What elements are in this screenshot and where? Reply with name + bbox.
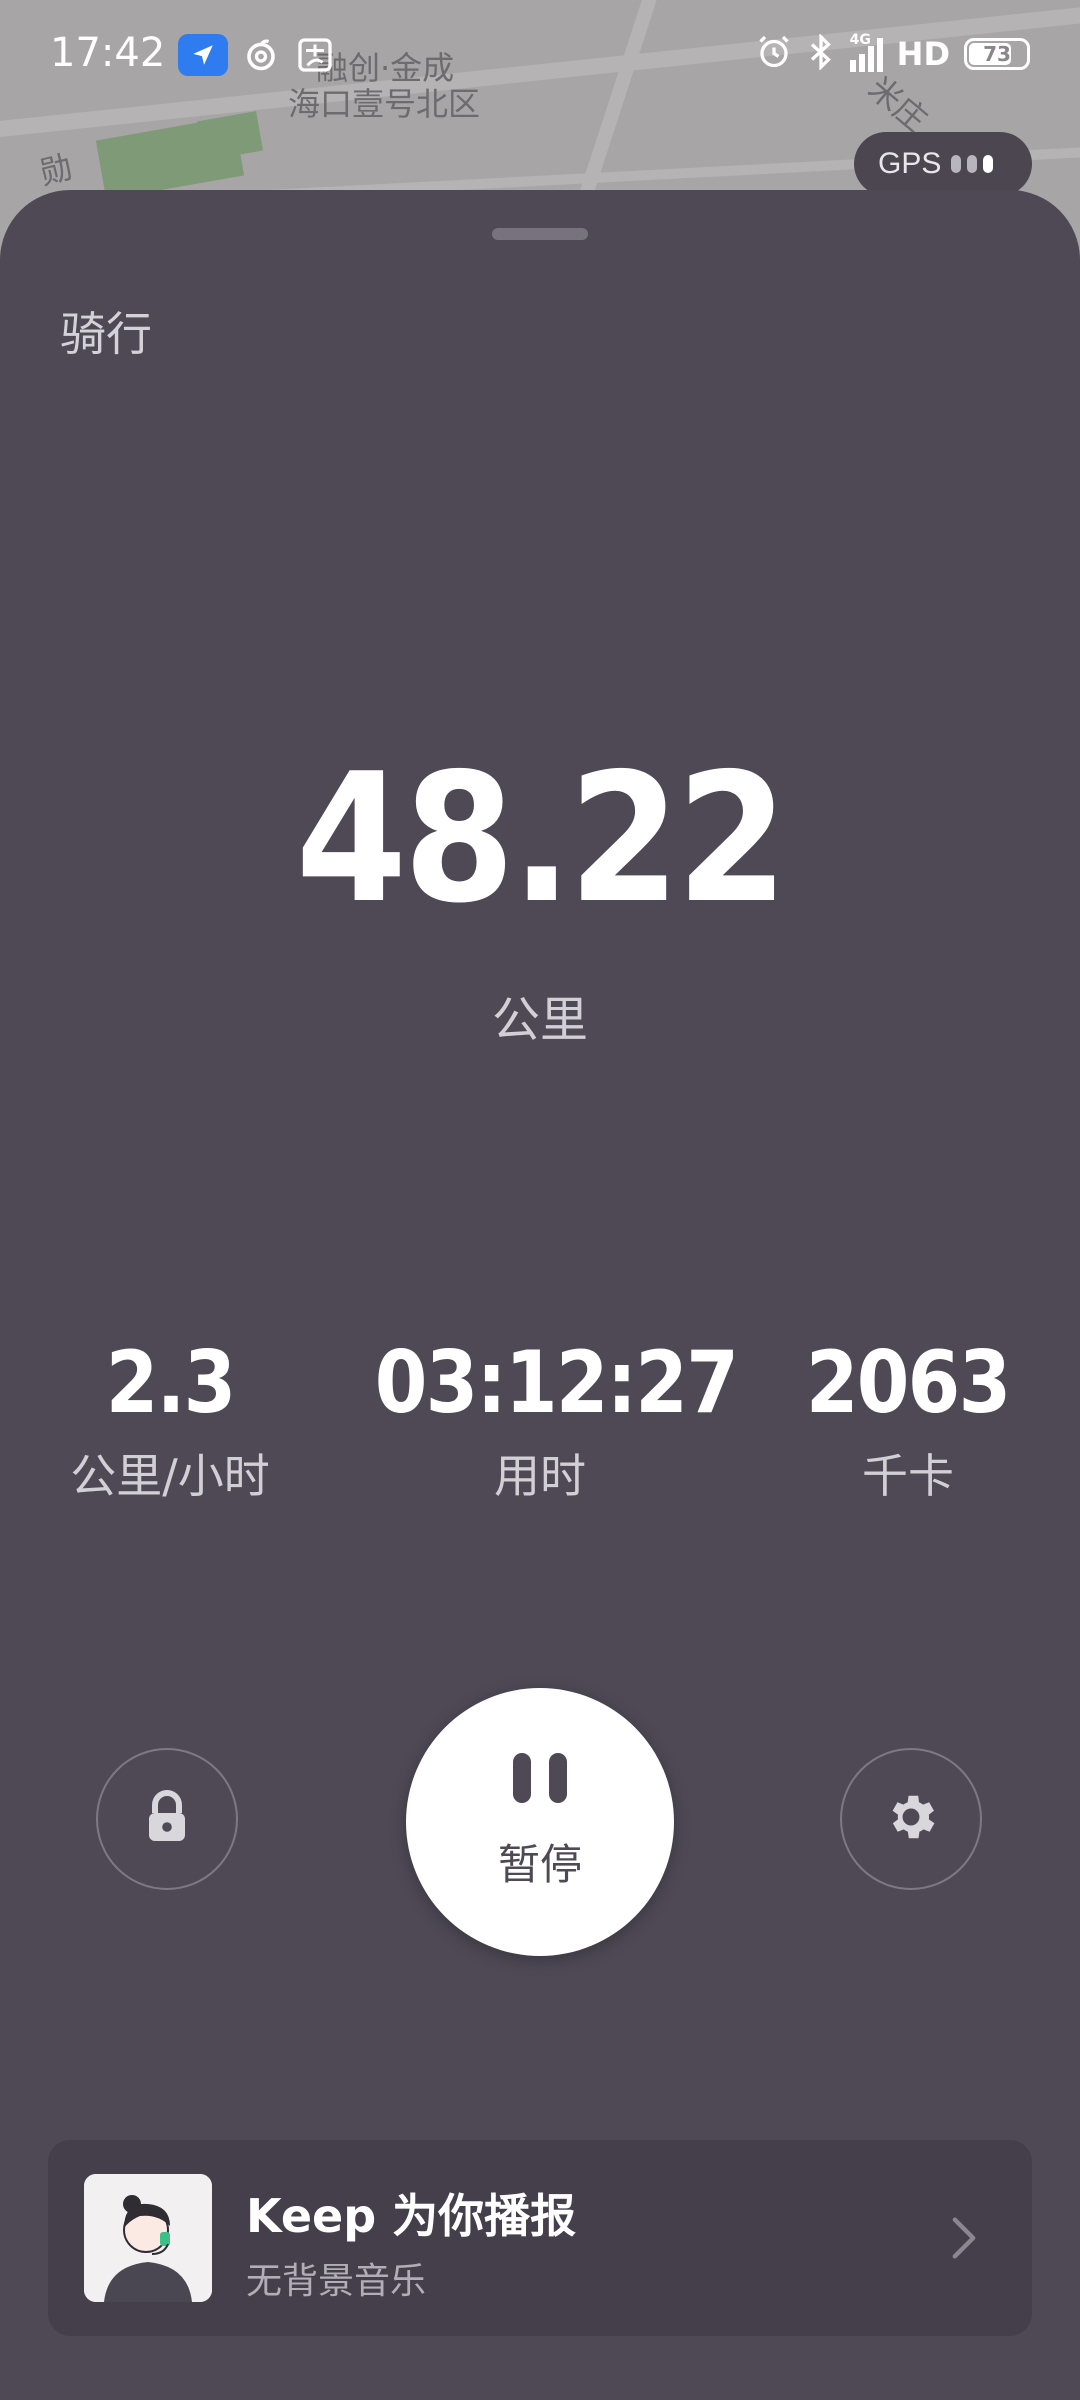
workout-mode-label: 骑行	[60, 307, 152, 361]
gps-label: GPS	[878, 147, 942, 180]
voice-broadcast-card[interactable]: Keep 为你播报 无背景音乐	[48, 2140, 1032, 2336]
metric-calories-value: 2063	[806, 1333, 1011, 1433]
metric-duration-label: 用时	[494, 1449, 586, 1503]
metric-speed: 2.3 公里/小时	[0, 1340, 360, 1506]
gps-strength-icon	[951, 155, 994, 173]
metric-calories-label: 千卡	[862, 1449, 954, 1503]
chevron-right-icon	[940, 2214, 988, 2262]
pause-icon	[513, 1752, 567, 1803]
coach-avatar	[84, 2174, 212, 2302]
battery-icon: 73	[964, 38, 1030, 70]
gear-icon	[882, 1788, 940, 1850]
metric-duration-value: 03:12:27	[374, 1333, 739, 1433]
status-system-icons: 4G HD 73	[756, 32, 1030, 74]
hd-label: HD	[896, 35, 950, 73]
battery-level: 73	[983, 42, 1011, 66]
alarm-icon	[756, 34, 792, 74]
pause-label: 暂停	[497, 1839, 582, 1889]
signal-icon: 4G	[849, 32, 883, 72]
network-type-label: 4G	[849, 32, 871, 48]
distance-unit: 公里	[491, 992, 588, 1048]
distance-value: 48.22	[295, 735, 788, 942]
status-notification-icons	[178, 34, 336, 76]
lock-icon	[143, 1789, 191, 1849]
workout-panel: 骑行 48.22 公里 2.3 公里/小时 03:12:27 用时 2063 千…	[0, 190, 1080, 2400]
status-bar: 17:42 4G HD 73	[0, 0, 1080, 112]
voice-card-title: Keep 为你播报	[246, 2189, 577, 2243]
drag-handle[interactable]	[492, 228, 588, 240]
metric-calories: 2063 千卡	[718, 1340, 1080, 1506]
alipay-icon	[294, 34, 336, 76]
status-time: 17:42	[50, 30, 166, 76]
metric-speed-label: 公里/小时	[70, 1449, 270, 1503]
gps-signal-indicator[interactable]: GPS	[854, 132, 1032, 196]
voice-card-subtitle: 无背景音乐	[246, 2261, 427, 2302]
pause-button[interactable]: 暂停	[406, 1688, 674, 1956]
metric-speed-value: 2.3	[105, 1333, 237, 1433]
metrics-row: 2.3 公里/小时 03:12:27 用时 2063 千卡	[0, 1340, 1080, 1510]
lock-button[interactable]	[96, 1748, 238, 1890]
bluetooth-icon	[806, 33, 836, 74]
map-label-place-3: 勋	[35, 147, 77, 193]
metric-duration: 03:12:27 用时	[350, 1340, 739, 1506]
navigation-icon	[178, 34, 228, 76]
netease-music-icon	[240, 34, 282, 76]
settings-button[interactable]	[840, 1748, 982, 1890]
